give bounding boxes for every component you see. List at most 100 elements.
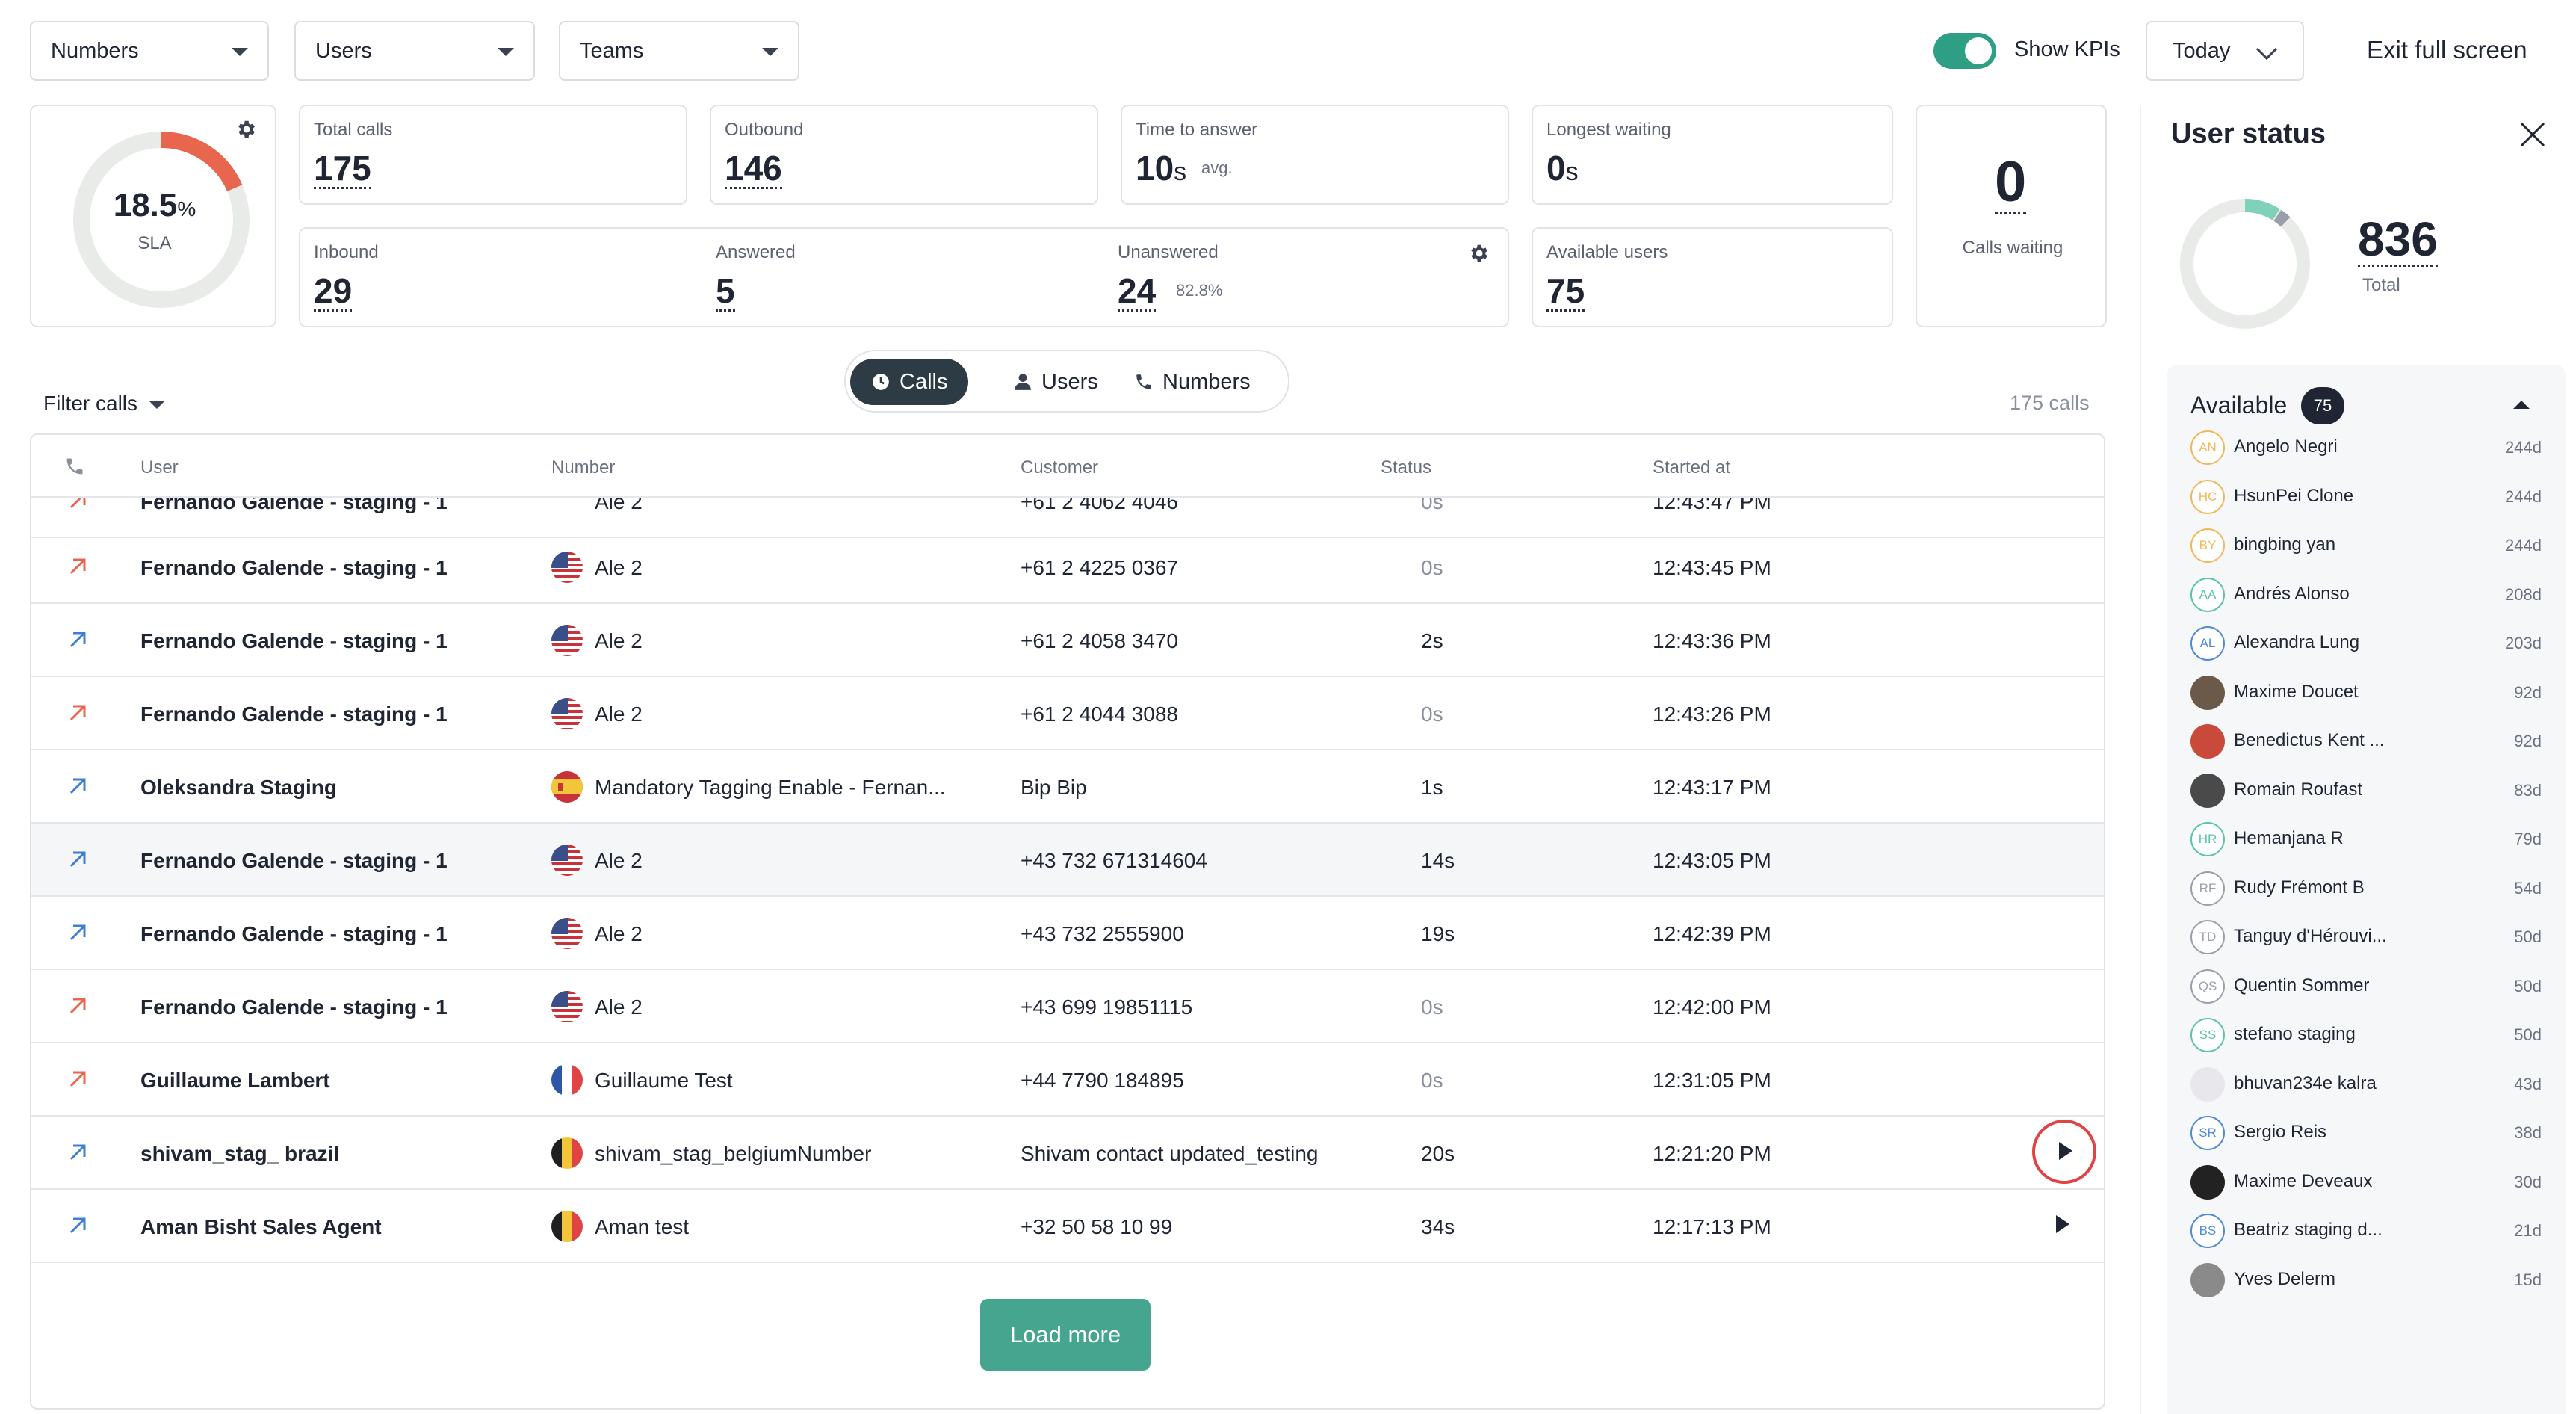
- avatar: [2190, 1066, 2225, 1102]
- es-flag-icon: [551, 771, 583, 803]
- tab-numbers[interactable]: Numbers: [1113, 359, 1272, 405]
- row-started-at: 12:43:26 PM: [1653, 703, 1771, 726]
- table-row[interactable]: Fernando Galende - staging - 1 Ale 2 +43 7…: [31, 897, 2104, 970]
- us-flag-icon: [551, 991, 583, 1022]
- user-available-duration: 79d: [2514, 830, 2542, 848]
- available-user-item[interactable]: HR Hemanjana R 79d: [2190, 821, 2542, 858]
- inbound-arrow-icon: [69, 1144, 86, 1161]
- tab-users[interactable]: Users: [992, 359, 1119, 405]
- row-user: Guillaume Lambert: [140, 1069, 330, 1092]
- available-user-item[interactable]: AL Alexandra Lung 203d: [2190, 625, 2542, 662]
- available-user-item[interactable]: bhuvan234e kalra 43d: [2190, 1066, 2542, 1103]
- avatar: HC: [2190, 479, 2225, 514]
- play-recording-button[interactable]: [2032, 1120, 2096, 1184]
- avatar: [2190, 1262, 2225, 1297]
- avatar: SR: [2190, 1116, 2225, 1150]
- outbound-arrow-icon: [69, 705, 86, 721]
- available-user-item[interactable]: BS Beatriz staging d... 21d: [2190, 1212, 2542, 1250]
- close-icon[interactable]: [2518, 120, 2548, 149]
- inbound-label: Inbound: [314, 242, 379, 262]
- period-select[interactable]: Today: [2146, 21, 2304, 81]
- header-user[interactable]: User: [140, 457, 179, 478]
- inbound-arrow-icon: [69, 1217, 86, 1234]
- available-user-item[interactable]: RF Rudy Frémont B 54d: [2190, 870, 2542, 907]
- header-status[interactable]: Status: [1381, 457, 1431, 478]
- time-to-answer-value: 10s: [1136, 149, 1187, 188]
- available-user-item[interactable]: SR Sergio Reis 38d: [2190, 1114, 2542, 1152]
- be-flag-icon: [551, 1137, 583, 1169]
- row-status: 0s: [1421, 556, 1443, 579]
- row-status: 0s: [1421, 1069, 1443, 1092]
- user-available-duration: 83d: [2514, 780, 2542, 800]
- available-user-item[interactable]: Yves Delerm 15d: [2190, 1262, 2542, 1299]
- us-flag-icon: [551, 625, 583, 656]
- available-user-item[interactable]: AA Andrés Alonso 208d: [2190, 576, 2542, 614]
- table-row[interactable]: Aman Bisht Sales Agent Aman test +32 50 58…: [31, 1190, 2104, 1263]
- row-user: Fernando Galende - staging - 1: [140, 703, 448, 726]
- row-number: Ale 2: [595, 629, 643, 652]
- available-user-item[interactable]: AN Angelo Negri 244d: [2190, 429, 2542, 466]
- users-filter-label: Users: [315, 38, 372, 63]
- filter-calls-dropdown[interactable]: Filter calls: [43, 392, 165, 416]
- collapse-caret-icon[interactable]: [2513, 401, 2530, 409]
- user-status-title: User status: [2171, 118, 2326, 149]
- available-user-item[interactable]: BY bingbing yan 244d: [2190, 527, 2542, 564]
- header-customer[interactable]: Customer: [1021, 457, 1098, 478]
- available-user-item[interactable]: QS Quentin Sommer 50d: [2190, 968, 2542, 1005]
- avatar: AL: [2190, 626, 2225, 661]
- us-flag-icon: [551, 552, 583, 583]
- avatar: QS: [2190, 969, 2225, 1004]
- table-row[interactable]: Oleksandra Staging Mandatory Tagging Enab…: [31, 750, 2104, 824]
- tab-numbers-label: Numbers: [1162, 369, 1251, 394]
- exit-full-screen-link[interactable]: Exit full screen: [2367, 36, 2527, 64]
- user-available-duration: 203d: [2505, 634, 2542, 652]
- tab-calls[interactable]: Calls: [850, 359, 969, 405]
- user-icon: [1015, 374, 1031, 390]
- user-name: Rudy Frémont B: [2234, 877, 2365, 898]
- teams-filter[interactable]: Teams: [559, 21, 799, 81]
- gear-icon[interactable]: [1467, 242, 1490, 265]
- available-user-item[interactable]: HC HsunPei Clone 244d: [2190, 478, 2542, 516]
- row-started-at: 12:42:00 PM: [1653, 995, 1771, 1019]
- numbers-filter-label: Numbers: [51, 38, 139, 63]
- gear-icon[interactable]: [235, 118, 257, 141]
- show-kpis-toggle[interactable]: [1933, 33, 1996, 69]
- table-row[interactable]: Fernando Galende - staging - 1 Ale 2 +61 2…: [31, 531, 2104, 604]
- header-started-at[interactable]: Started at: [1653, 457, 1730, 478]
- tab-users-label: Users: [1041, 369, 1098, 394]
- available-user-item[interactable]: Romain Roufast 83d: [2190, 772, 2542, 809]
- row-user: Fernando Galende - staging - 1: [140, 922, 448, 945]
- available-user-item[interactable]: TD Tanguy d'Hérouvi... 50d: [2190, 919, 2542, 956]
- row-user: shivam_stag_ brazil: [140, 1142, 340, 1165]
- table-row[interactable]: Fernando Galende - staging - 1 Ale 2 +43 6…: [31, 970, 2104, 1043]
- available-user-item[interactable]: Maxime Doucet 92d: [2190, 674, 2542, 711]
- user-available-duration: 92d: [2514, 732, 2542, 750]
- row-customer: +61 2 4058 3470: [1021, 629, 1178, 652]
- row-user: Aman Bisht Sales Agent: [140, 1215, 382, 1238]
- play-icon[interactable]: [2056, 1215, 2069, 1233]
- longest-waiting-value: 0s: [1546, 149, 1579, 188]
- table-row[interactable]: Guillaume Lambert Guillaume Test +44 7790 …: [31, 1043, 2104, 1117]
- avatar: AN: [2190, 430, 2225, 465]
- user-name: Beatriz staging d...: [2234, 1220, 2383, 1240]
- load-more-button[interactable]: Load more: [980, 1299, 1151, 1371]
- avatar: [2190, 1164, 2225, 1200]
- available-user-item[interactable]: SS stefano staging 50d: [2190, 1016, 2542, 1054]
- row-user: Fernando Galende - staging - 1: [140, 629, 448, 652]
- available-user-item[interactable]: Maxime Deveaux 30d: [2190, 1164, 2542, 1201]
- us-flag-icon: [551, 698, 583, 729]
- row-user: Fernando Galende - staging - 1: [140, 556, 448, 579]
- row-started-at: 12:21:20 PM: [1653, 1142, 1771, 1165]
- table-row[interactable]: shivam_stag_ brazil shivam_stag_belgiumNu…: [31, 1117, 2104, 1190]
- users-filter[interactable]: Users: [294, 21, 535, 81]
- table-row[interactable]: Fernando Galende - staging - 1 Ale 2 +61 2…: [31, 677, 2104, 750]
- table-row[interactable]: Fernando Galende - staging - 1 Ale 2 +43 7…: [31, 824, 2104, 897]
- header-number[interactable]: Number: [551, 457, 615, 478]
- user-name: Maxime Doucet: [2234, 681, 2359, 702]
- user-available-duration: 244d: [2505, 487, 2542, 506]
- be-flag-icon: [551, 1211, 583, 1242]
- numbers-filter[interactable]: Numbers: [30, 21, 269, 81]
- table-row[interactable]: Fernando Galende - staging - 1 Ale 2 +61 2…: [31, 604, 2104, 677]
- chevron-down-icon: [232, 48, 248, 56]
- available-user-item[interactable]: Benedictus Kent ... 92d: [2190, 723, 2542, 760]
